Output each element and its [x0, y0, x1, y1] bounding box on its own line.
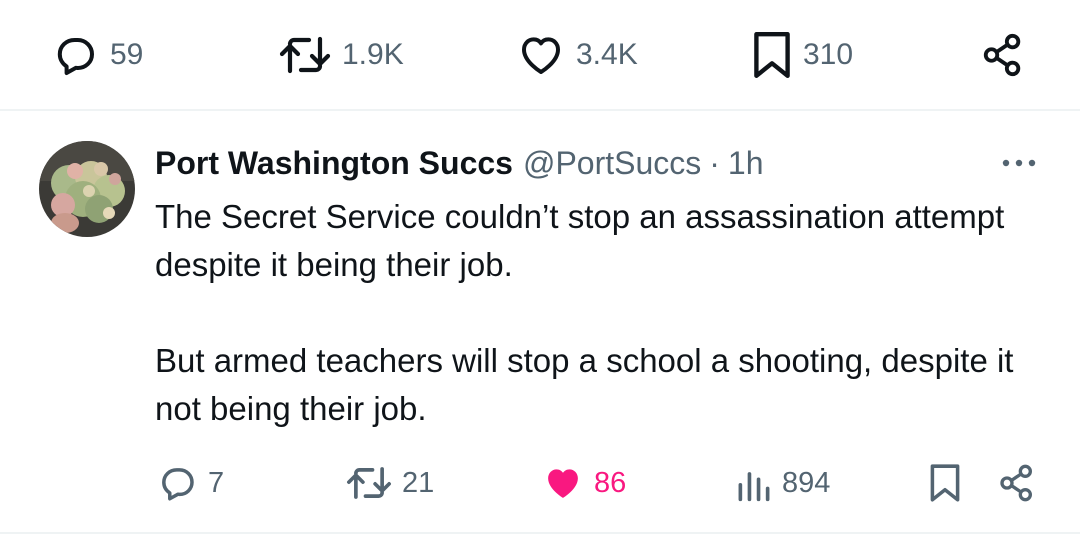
divider — [0, 109, 1080, 111]
like-icon-filled — [548, 469, 578, 498]
retweet-icon — [347, 467, 391, 499]
previous-tweet-action-bar: 59 1.9K 3.4K 310 — [0, 20, 1080, 90]
tweet-paragraph: But armed teachers will stop a school a … — [155, 342, 1014, 427]
like-count: 86 — [594, 466, 627, 499]
display-name[interactable]: Port Washington Succs — [155, 145, 513, 182]
like-icon — [522, 37, 560, 74]
tweet-timestamp[interactable]: 1h — [728, 145, 764, 182]
reply-icon — [57, 38, 94, 75]
share-icon — [1000, 464, 1032, 502]
bookmark-icon — [754, 32, 790, 78]
more-options-button[interactable] — [999, 150, 1039, 176]
succulent-avatar-image — [39, 141, 135, 237]
user-handle[interactable]: @PortSuccs — [523, 145, 701, 182]
retweet-count: 1.9K — [342, 38, 404, 71]
tweet-header: Port Washington Succs @PortSuccs · 1h — [155, 140, 764, 186]
reply-button[interactable]: 59 — [52, 20, 143, 90]
share-icon — [983, 33, 1021, 77]
share-button[interactable] — [997, 448, 1037, 518]
more-icon — [1002, 159, 1036, 167]
bookmark-icon — [930, 464, 960, 502]
reply-count: 7 — [208, 466, 225, 499]
views-button[interactable]: 894 — [735, 448, 830, 518]
reply-button[interactable]: 7 — [157, 448, 224, 518]
retweet-button[interactable]: 21 — [345, 448, 434, 518]
reply-count: 59 — [110, 38, 144, 71]
retweet-count: 21 — [402, 466, 435, 499]
tweet-action-bar: 7 21 86 894 — [0, 448, 1080, 518]
views-count: 894 — [782, 466, 831, 499]
views-icon — [738, 472, 770, 502]
bookmark-button[interactable] — [928, 448, 962, 518]
retweet-icon — [279, 36, 331, 74]
bookmark-count: 310 — [803, 38, 854, 71]
tweet-paragraph: The Secret Service couldn’t stop an assa… — [155, 198, 1005, 283]
reply-icon — [162, 468, 194, 501]
share-button[interactable] — [980, 20, 1026, 90]
retweet-button[interactable]: 1.9K — [278, 20, 404, 90]
avatar[interactable] — [39, 141, 135, 237]
header-separator: · — [709, 144, 720, 181]
like-button[interactable]: 3.4K — [516, 20, 638, 90]
divider — [0, 532, 1080, 534]
like-count: 3.4K — [576, 38, 638, 71]
tweet-text: The Secret Service couldn’t stop an assa… — [155, 193, 1055, 433]
like-button[interactable]: 86 — [541, 448, 626, 518]
bookmark-button[interactable]: 310 — [751, 20, 853, 90]
